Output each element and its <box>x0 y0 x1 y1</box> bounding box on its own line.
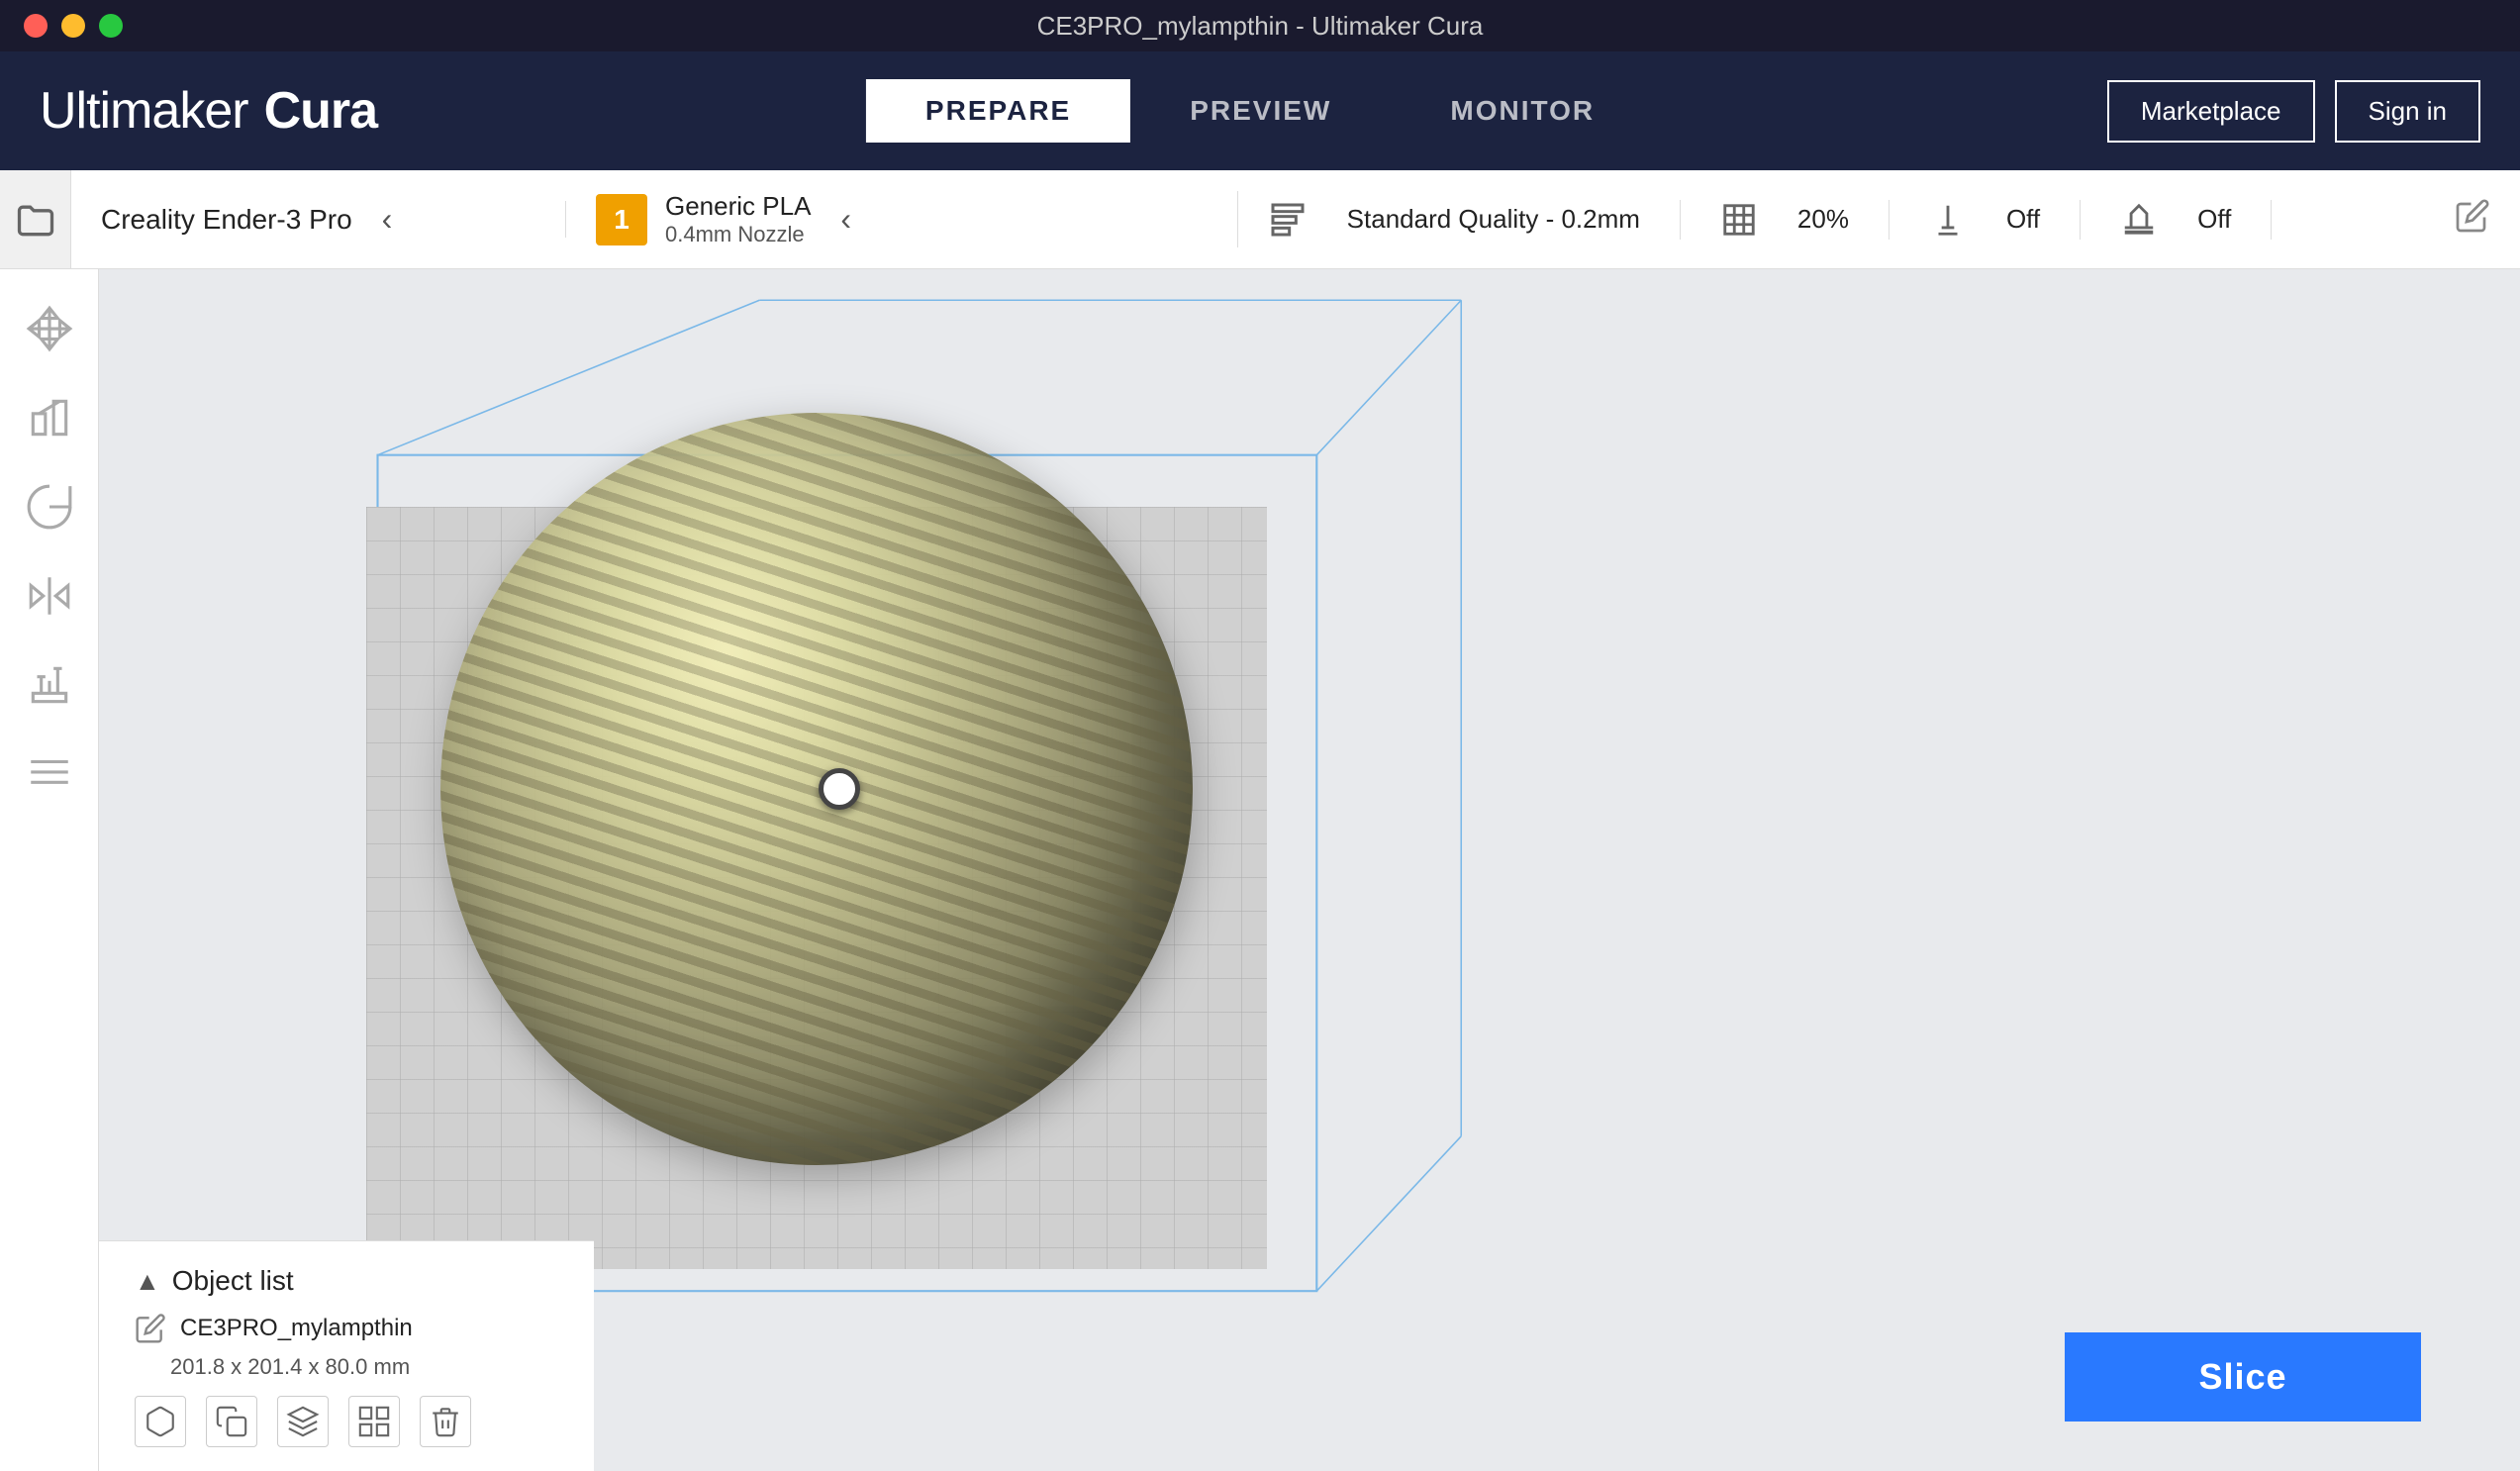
divider-3 <box>2080 200 2081 240</box>
divider-2 <box>1889 200 1890 240</box>
infill-label: 20% <box>1797 204 1849 235</box>
logo-cura: Cura <box>264 81 377 141</box>
move-tool-button[interactable] <box>10 289 89 368</box>
object-panel: ▲ CE3PRO_mylampthin Object list CE3PRO_m… <box>99 1240 594 1471</box>
3d-object <box>440 413 1193 1165</box>
material-chevron[interactable]: ‹ <box>840 201 851 238</box>
rotate-icon <box>25 482 74 532</box>
divider-1 <box>1680 200 1681 240</box>
object-list-label: Object list <box>172 1265 294 1297</box>
settings-section: Standard Quality - 0.2mm 20% Off Off <box>1238 198 2520 241</box>
delete-button[interactable] <box>420 1396 471 1447</box>
material-info: Generic PLA 0.4mm Nozzle <box>665 191 811 247</box>
printer-chevron[interactable]: ‹ <box>382 201 393 238</box>
group-button[interactable] <box>348 1396 400 1447</box>
folder-icon <box>14 198 57 242</box>
rotate-tool-button[interactable] <box>10 467 89 546</box>
3d-object-container <box>366 358 1267 1220</box>
scale-tool-button[interactable] <box>10 378 89 457</box>
marketplace-button[interactable]: Marketplace <box>2107 80 2315 143</box>
window-title: CE3PRO_mylampthin - Ultimaker Cura <box>1037 11 1484 42</box>
printer-section: Creality Ender-3 Pro ‹ <box>71 201 566 238</box>
move-icon <box>25 304 74 353</box>
mirror-tool-button[interactable] <box>10 556 89 636</box>
pencil-icon <box>2455 198 2490 234</box>
divider-4 <box>2271 200 2272 240</box>
layer-icon <box>25 749 74 799</box>
material-section: 1 Generic PLA 0.4mm Nozzle ‹ <box>566 191 1238 247</box>
material-sub: 0.4mm Nozzle <box>665 222 811 247</box>
group-icon <box>357 1405 391 1438</box>
close-button[interactable] <box>24 14 48 38</box>
main-content: ▲ CE3PRO_mylampthin Object list CE3PRO_m… <box>0 269 2520 1471</box>
logo-ultimaker: Ultimaker <box>40 81 248 141</box>
collapse-arrow[interactable]: ▲ <box>135 1266 160 1297</box>
trash-icon <box>429 1405 462 1438</box>
material-badge: 1 <box>596 194 647 245</box>
support-icon <box>1929 201 1967 239</box>
slice-button[interactable]: Slice <box>2065 1332 2421 1422</box>
copy-icon <box>215 1405 248 1438</box>
support-label: Off <box>2006 204 2040 235</box>
slice-icon <box>286 1405 320 1438</box>
object-item: CE3PRO_mylampthin <box>135 1313 558 1344</box>
object-actions <box>135 1396 558 1447</box>
minimize-button[interactable] <box>61 14 85 38</box>
duplicate-button[interactable] <box>135 1396 186 1447</box>
layer-view-button[interactable] <box>10 735 89 814</box>
sphere-body <box>440 413 1193 1165</box>
material-name: Generic PLA <box>665 191 811 222</box>
open-file-button[interactable] <box>0 170 71 268</box>
quality-icon <box>1268 200 1308 240</box>
adhesion-label: Off <box>2197 204 2231 235</box>
nav-tabs: PREPARE PREVIEW MONITOR <box>866 79 1654 143</box>
sphere-highlight <box>440 413 1193 1165</box>
copy-button[interactable] <box>206 1396 257 1447</box>
scale-icon <box>25 393 74 442</box>
tab-preview[interactable]: PREVIEW <box>1130 79 1391 143</box>
printer-name: Creality Ender-3 Pro <box>101 204 352 236</box>
mirror-icon <box>25 571 74 621</box>
cube-icon <box>144 1405 177 1438</box>
object-list-header: ▲ CE3PRO_mylampthin Object list <box>135 1265 558 1297</box>
object-center-dot <box>819 768 860 810</box>
object-dimensions: 201.8 x 201.4 x 80.0 mm <box>170 1354 558 1380</box>
infill-icon <box>1720 201 1758 239</box>
edit-icon <box>135 1313 166 1344</box>
maximize-button[interactable] <box>99 14 123 38</box>
settings-edit-button[interactable] <box>2455 198 2490 241</box>
signin-button[interactable]: Sign in <box>2335 80 2481 143</box>
support-tool-icon <box>25 660 74 710</box>
toolbar: Creality Ender-3 Pro ‹ 1 Generic PLA 0.4… <box>0 170 2520 269</box>
app-logo: Ultimaker Cura <box>40 81 377 141</box>
nav-right: Marketplace Sign in <box>2107 80 2480 143</box>
left-toolbar <box>0 269 99 1471</box>
titlebar: CE3PRO_mylampthin - Ultimaker Cura <box>0 0 2520 51</box>
quality-label: Standard Quality - 0.2mm <box>1347 204 1640 235</box>
slice-object-button[interactable] <box>277 1396 329 1447</box>
viewport[interactable]: ▲ CE3PRO_mylampthin Object list CE3PRO_m… <box>99 269 2520 1471</box>
tab-monitor[interactable]: MONITOR <box>1391 79 1654 143</box>
object-name: CE3PRO_mylampthin <box>180 1315 413 1342</box>
traffic-lights <box>24 14 123 38</box>
tab-prepare[interactable]: PREPARE <box>866 79 1130 143</box>
navbar: Ultimaker Cura PREPARE PREVIEW MONITOR M… <box>0 51 2520 170</box>
adhesion-icon <box>2120 201 2158 239</box>
support-tool-button[interactable] <box>10 645 89 725</box>
